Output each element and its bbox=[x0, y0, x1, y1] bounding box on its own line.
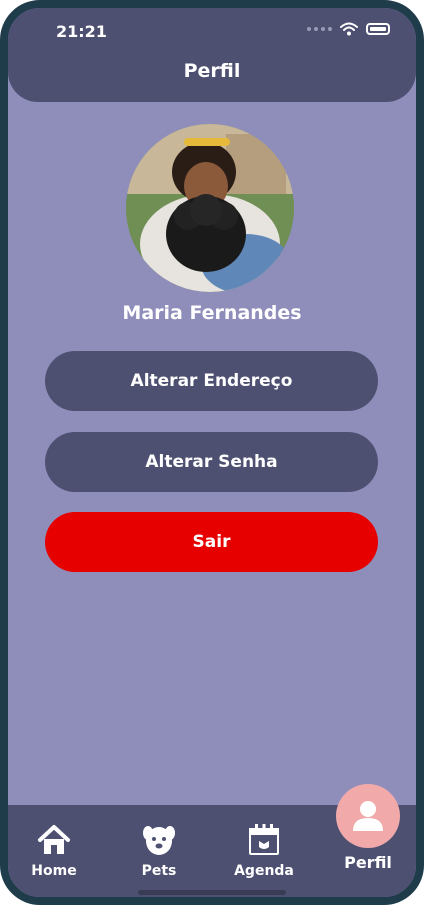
home-indicator bbox=[138, 890, 286, 895]
wifi-icon bbox=[340, 22, 358, 36]
signal-icon bbox=[307, 27, 332, 31]
status-icons bbox=[307, 22, 390, 36]
status-time: 21:21 bbox=[56, 22, 107, 41]
dog-icon bbox=[143, 826, 175, 855]
change-address-button[interactable]: Alterar Endereço bbox=[45, 351, 378, 411]
tab-pets-label: Pets bbox=[141, 863, 177, 879]
tab-perfil[interactable] bbox=[336, 784, 400, 848]
app-header: 21:21 Perfil bbox=[8, 8, 416, 102]
battery-icon bbox=[366, 23, 390, 35]
user-name: Maria Fernandes bbox=[122, 302, 302, 324]
tab-home[interactable]: Home bbox=[14, 805, 94, 879]
calendar-icon bbox=[249, 824, 279, 855]
logout-button[interactable]: Sair bbox=[45, 512, 378, 572]
tab-agenda-label: Agenda bbox=[234, 863, 294, 879]
user-icon bbox=[353, 801, 383, 831]
tab-agenda[interactable]: Agenda bbox=[224, 805, 304, 879]
change-password-label: Alterar Senha bbox=[145, 452, 278, 472]
tab-perfil-label: Perfil bbox=[344, 853, 392, 872]
tab-home-label: Home bbox=[31, 863, 77, 879]
phone-frame: 21:21 Perfil Maria Fernandes Alterar End… bbox=[0, 0, 424, 905]
change-address-label: Alterar Endereço bbox=[130, 371, 293, 391]
change-password-button[interactable]: Alterar Senha bbox=[45, 432, 378, 492]
logout-label: Sair bbox=[192, 532, 231, 552]
avatar bbox=[126, 124, 294, 292]
home-icon bbox=[38, 825, 70, 854]
tab-pets[interactable]: Pets bbox=[119, 805, 199, 879]
page-title: Perfil bbox=[183, 60, 241, 82]
